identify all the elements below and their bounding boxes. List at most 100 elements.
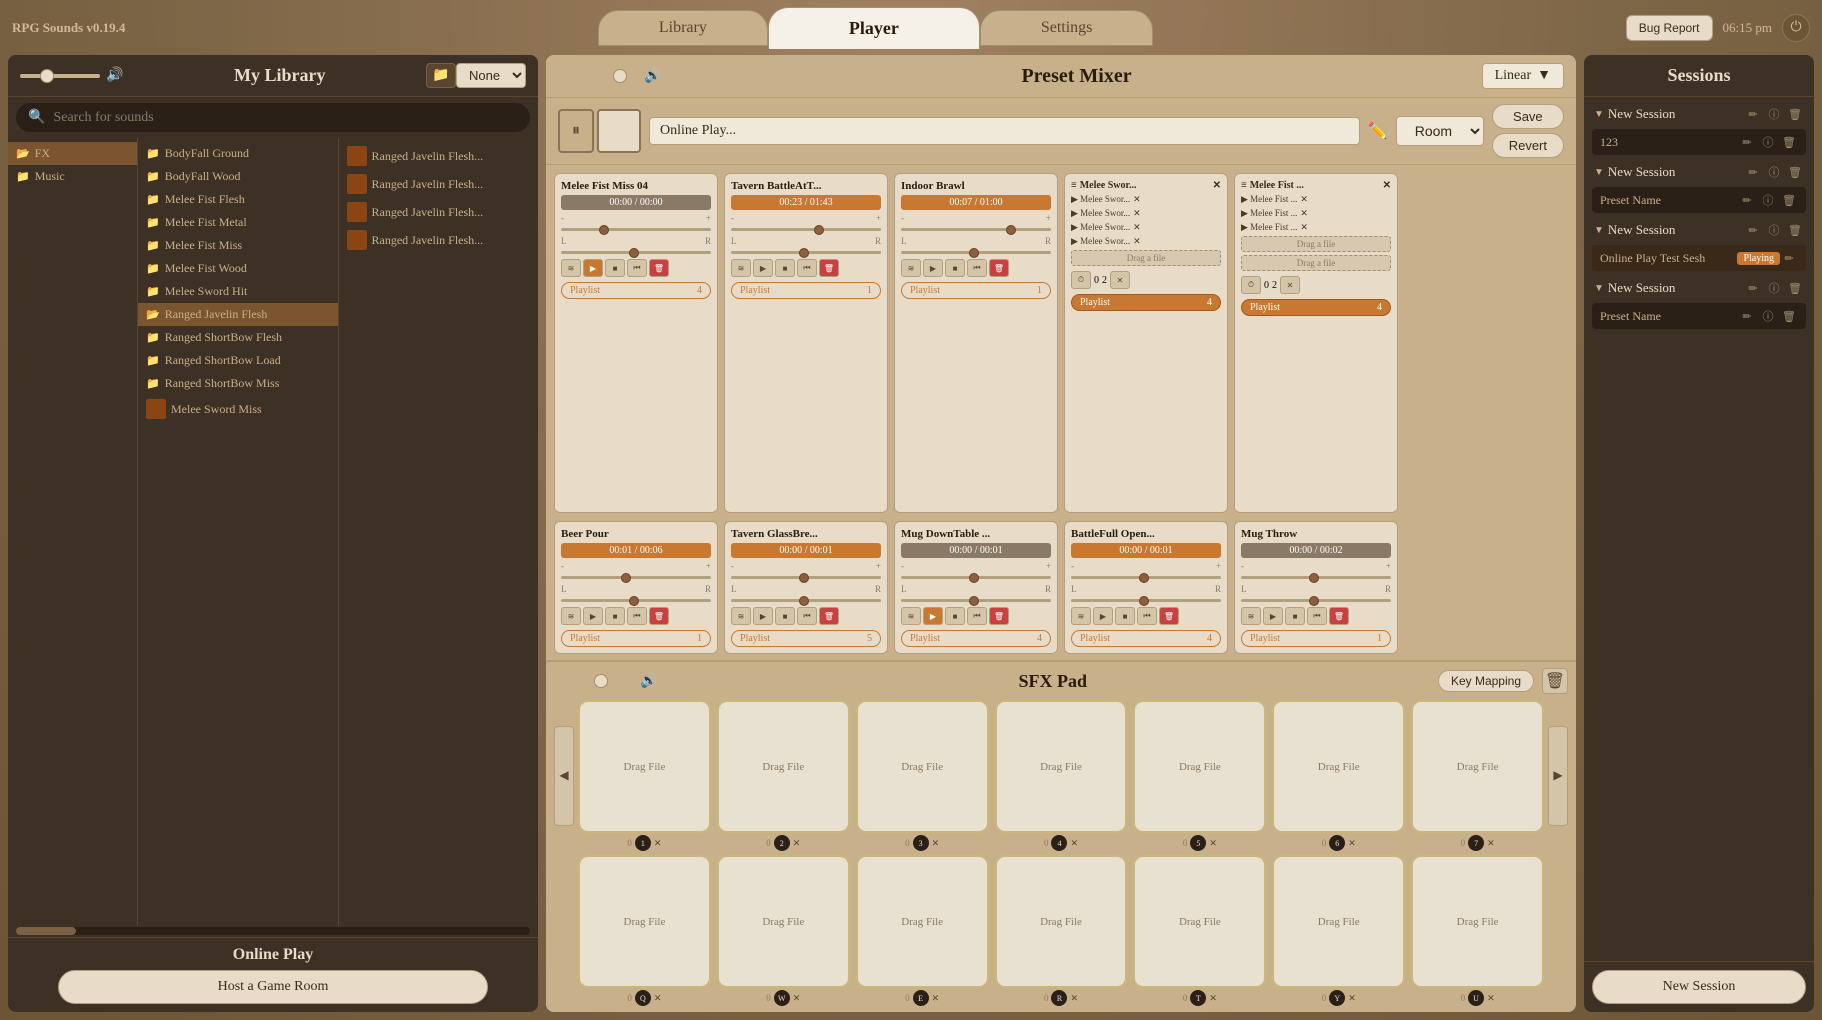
close-button[interactable]: ✕ <box>1110 271 1130 289</box>
prev-button[interactable]: ⏮ <box>627 607 647 625</box>
new-session-button[interactable]: New Session <box>1592 970 1806 1004</box>
play-button[interactable]: ▶ <box>753 259 773 277</box>
delete-pad-icon[interactable]: ✕ <box>1070 838 1078 849</box>
delete-pad-icon[interactable]: ✕ <box>1348 993 1356 1004</box>
delete-button[interactable]: 🗑 <box>819 259 839 277</box>
room-dropdown[interactable]: Room <box>1396 116 1484 146</box>
stop-card-button[interactable]: ■ <box>605 607 625 625</box>
sfx-prev-button[interactable]: ◀ <box>554 726 574 826</box>
playlist-button[interactable]: Playlist4 <box>901 630 1051 647</box>
volume-track[interactable] <box>1071 576 1221 579</box>
delete-button[interactable]: 🗑 <box>989 607 1009 625</box>
sfx-pad[interactable]: Drag File <box>856 855 989 988</box>
search-input[interactable] <box>53 110 518 126</box>
delete-item-icon[interactable]: ✕ <box>1383 180 1391 191</box>
pan-knob[interactable] <box>629 596 639 606</box>
waveform-button[interactable]: ≋ <box>901 607 921 625</box>
delete-pad-icon[interactable]: ✕ <box>1487 838 1495 849</box>
prev-button[interactable]: ⏮ <box>627 259 647 277</box>
expand-icon[interactable]: ▼ <box>1594 225 1604 236</box>
host-game-room-button[interactable]: Host a Game Room <box>58 970 488 1004</box>
volume-knob[interactable] <box>1139 573 1149 583</box>
pan-knob[interactable] <box>629 248 639 258</box>
expand-icon[interactable]: ▼ <box>1594 109 1604 120</box>
list-item[interactable]: Ranged Javelin Flesh... <box>339 170 539 198</box>
revert-button[interactable]: Revert <box>1492 133 1564 158</box>
volume-knob[interactable] <box>599 225 609 235</box>
playlist-button[interactable]: Playlist4 <box>561 282 711 299</box>
sfx-pad[interactable]: Drag File <box>578 855 711 988</box>
delete-pad-icon[interactable]: ✕ <box>654 993 662 1004</box>
pan-knob[interactable] <box>969 596 979 606</box>
sfx-pad[interactable]: Drag File <box>1272 700 1405 833</box>
expand-icon[interactable]: ▼ <box>1594 283 1604 294</box>
list-item[interactable]: 📁Ranged ShortBow Miss <box>138 372 338 395</box>
edit-playing-button[interactable]: ✏ <box>1780 249 1798 267</box>
list-item[interactable]: 📁BodyFall Ground <box>138 142 338 165</box>
volume-knob[interactable] <box>799 573 809 583</box>
pause-button[interactable]: ⏸ <box>558 109 594 153</box>
sfx-pad[interactable]: Drag File <box>1133 700 1266 833</box>
bug-report-button[interactable]: Bug Report <box>1626 15 1713 41</box>
prev-button[interactable]: ⏮ <box>967 259 987 277</box>
waveform-button[interactable]: ≋ <box>1071 607 1091 625</box>
pan-knob[interactable] <box>799 596 809 606</box>
sfx-volume-slider[interactable] <box>554 679 634 683</box>
delete-button[interactable]: 🗑 <box>989 259 1009 277</box>
volume-track[interactable] <box>901 228 1051 231</box>
delete-preset-button[interactable]: 🗑 <box>1780 191 1798 209</box>
delete-pad-icon[interactable]: ✕ <box>1487 993 1495 1004</box>
edit-session-button[interactable]: ✏ <box>1744 279 1762 297</box>
delete-pad-icon[interactable]: ✕ <box>793 993 801 1004</box>
list-item-ranged-javelin[interactable]: 📂Ranged Javelin Flesh <box>138 303 338 326</box>
delete-button[interactable]: 🗑 <box>649 259 669 277</box>
playlist-button[interactable]: Playlist1 <box>731 282 881 299</box>
pan-track[interactable] <box>561 599 711 602</box>
delete-preset-button[interactable]: 🗑 <box>1780 307 1798 325</box>
stop-card-button[interactable]: ■ <box>945 259 965 277</box>
waveform-button[interactable]: ≋ <box>561 607 581 625</box>
tab-settings[interactable]: Settings <box>980 10 1154 46</box>
edit-preset-name-button[interactable]: ✏️ <box>1368 121 1388 141</box>
playlist-button[interactable]: Playlist1 <box>1241 630 1391 647</box>
pan-track[interactable] <box>731 599 881 602</box>
info-preset-button[interactable]: ⓘ <box>1759 133 1777 151</box>
volume-track[interactable] <box>731 576 881 579</box>
pan-track[interactable] <box>561 251 711 254</box>
stop-button[interactable] <box>597 109 641 153</box>
delete-session-button[interactable]: 🗑 <box>1786 279 1804 297</box>
player-volume-slider[interactable] <box>558 74 638 78</box>
play-button[interactable]: ▶ <box>923 259 943 277</box>
sfx-next-button[interactable]: ▶ <box>1548 726 1568 826</box>
playlist-button[interactable]: Playlist4 <box>1071 294 1221 311</box>
waveform-button[interactable]: ≋ <box>731 607 751 625</box>
library-volume-slider[interactable] <box>20 74 100 78</box>
pan-knob[interactable] <box>799 248 809 258</box>
prev-button[interactable]: ⏮ <box>1307 607 1327 625</box>
play-button[interactable]: ▶ <box>1093 607 1113 625</box>
tab-library[interactable]: Library <box>598 10 768 46</box>
add-folder-button[interactable]: 📁 <box>426 63 456 88</box>
list-item[interactable]: 📁Ranged ShortBow Flesh <box>138 326 338 349</box>
save-button[interactable]: Save <box>1492 104 1564 129</box>
library-horizontal-scrollbar[interactable] <box>16 927 530 935</box>
list-item[interactable]: Ranged Javelin Flesh... <box>339 198 539 226</box>
drag-file-zone[interactable]: Drag a file <box>1071 250 1221 266</box>
edit-preset-button[interactable]: ✏ <box>1738 191 1756 209</box>
sfx-pad[interactable]: Drag File <box>995 855 1128 988</box>
pan-track[interactable] <box>731 251 881 254</box>
preset-name-input[interactable] <box>649 117 1360 145</box>
prev-button[interactable]: ⏮ <box>797 607 817 625</box>
list-item[interactable]: Ranged Javelin Flesh... <box>339 226 539 254</box>
sfx-pad[interactable]: Drag File <box>717 700 850 833</box>
playlist-button[interactable]: Playlist1 <box>561 630 711 647</box>
delete-pad-icon[interactable]: ✕ <box>1348 838 1356 849</box>
linear-dropdown[interactable]: Linear ▼ <box>1482 63 1564 89</box>
info-preset-button[interactable]: ⓘ <box>1759 191 1777 209</box>
filter-dropdown[interactable]: None <box>456 63 526 88</box>
play-button[interactable]: ▶ <box>1263 607 1283 625</box>
library-category-music[interactable]: 📁 Music <box>8 165 137 188</box>
pan-track[interactable] <box>1241 599 1391 602</box>
delete-pad-icon[interactable]: ✕ <box>1070 993 1078 1004</box>
info-preset-button[interactable]: ⓘ <box>1759 307 1777 325</box>
